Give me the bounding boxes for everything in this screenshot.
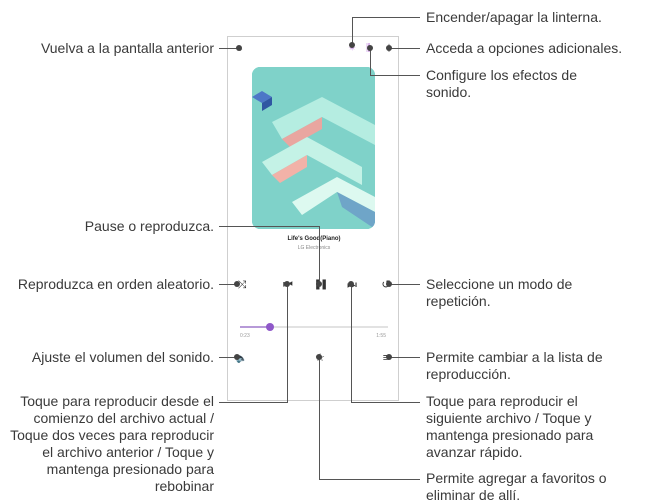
callout-playlist: Permite cambiar a la lista de reproducci… xyxy=(426,349,603,382)
album-art-graphic xyxy=(252,67,375,229)
time-total: 1:55 xyxy=(376,333,386,339)
progress-knob[interactable] xyxy=(265,323,274,331)
callout-back: Vuelva a la pantalla anterior xyxy=(40,40,214,56)
callout-previous: Toque para reproducir desde el comienzo … xyxy=(10,393,214,494)
callout-shuffle: Reproduzca en orden aleatorio. xyxy=(17,276,214,292)
album-art xyxy=(252,67,375,229)
callout-next: Toque para reproducir el siguiente archi… xyxy=(426,393,594,460)
callout-pause-play: Pause o reproduzca. xyxy=(84,218,214,234)
callout-volume: Ajuste el volumen del sonido. xyxy=(31,349,214,365)
callout-sound-effects: Configure los efectos de sonido. xyxy=(426,67,577,100)
progress-bar[interactable] xyxy=(240,323,388,331)
callout-options: Acceda a opciones adicionales. xyxy=(426,40,623,56)
callout-flashlight: Encender/apagar la linterna. xyxy=(426,9,602,25)
song-artist: LG Electronics xyxy=(297,245,331,251)
time-elapsed: 0:23 xyxy=(240,333,250,339)
song-title: Life's Good(Piano) xyxy=(287,236,341,242)
phone-screen: ⌄ ✴ ⫼ ⋮ Life's Good(Piano) LG Electronic… xyxy=(227,36,399,401)
callout-repeat: Seleccione un modo de repetición. xyxy=(426,276,573,309)
callout-favorite: Permite agregar a favoritos o eliminar d… xyxy=(426,470,607,503)
